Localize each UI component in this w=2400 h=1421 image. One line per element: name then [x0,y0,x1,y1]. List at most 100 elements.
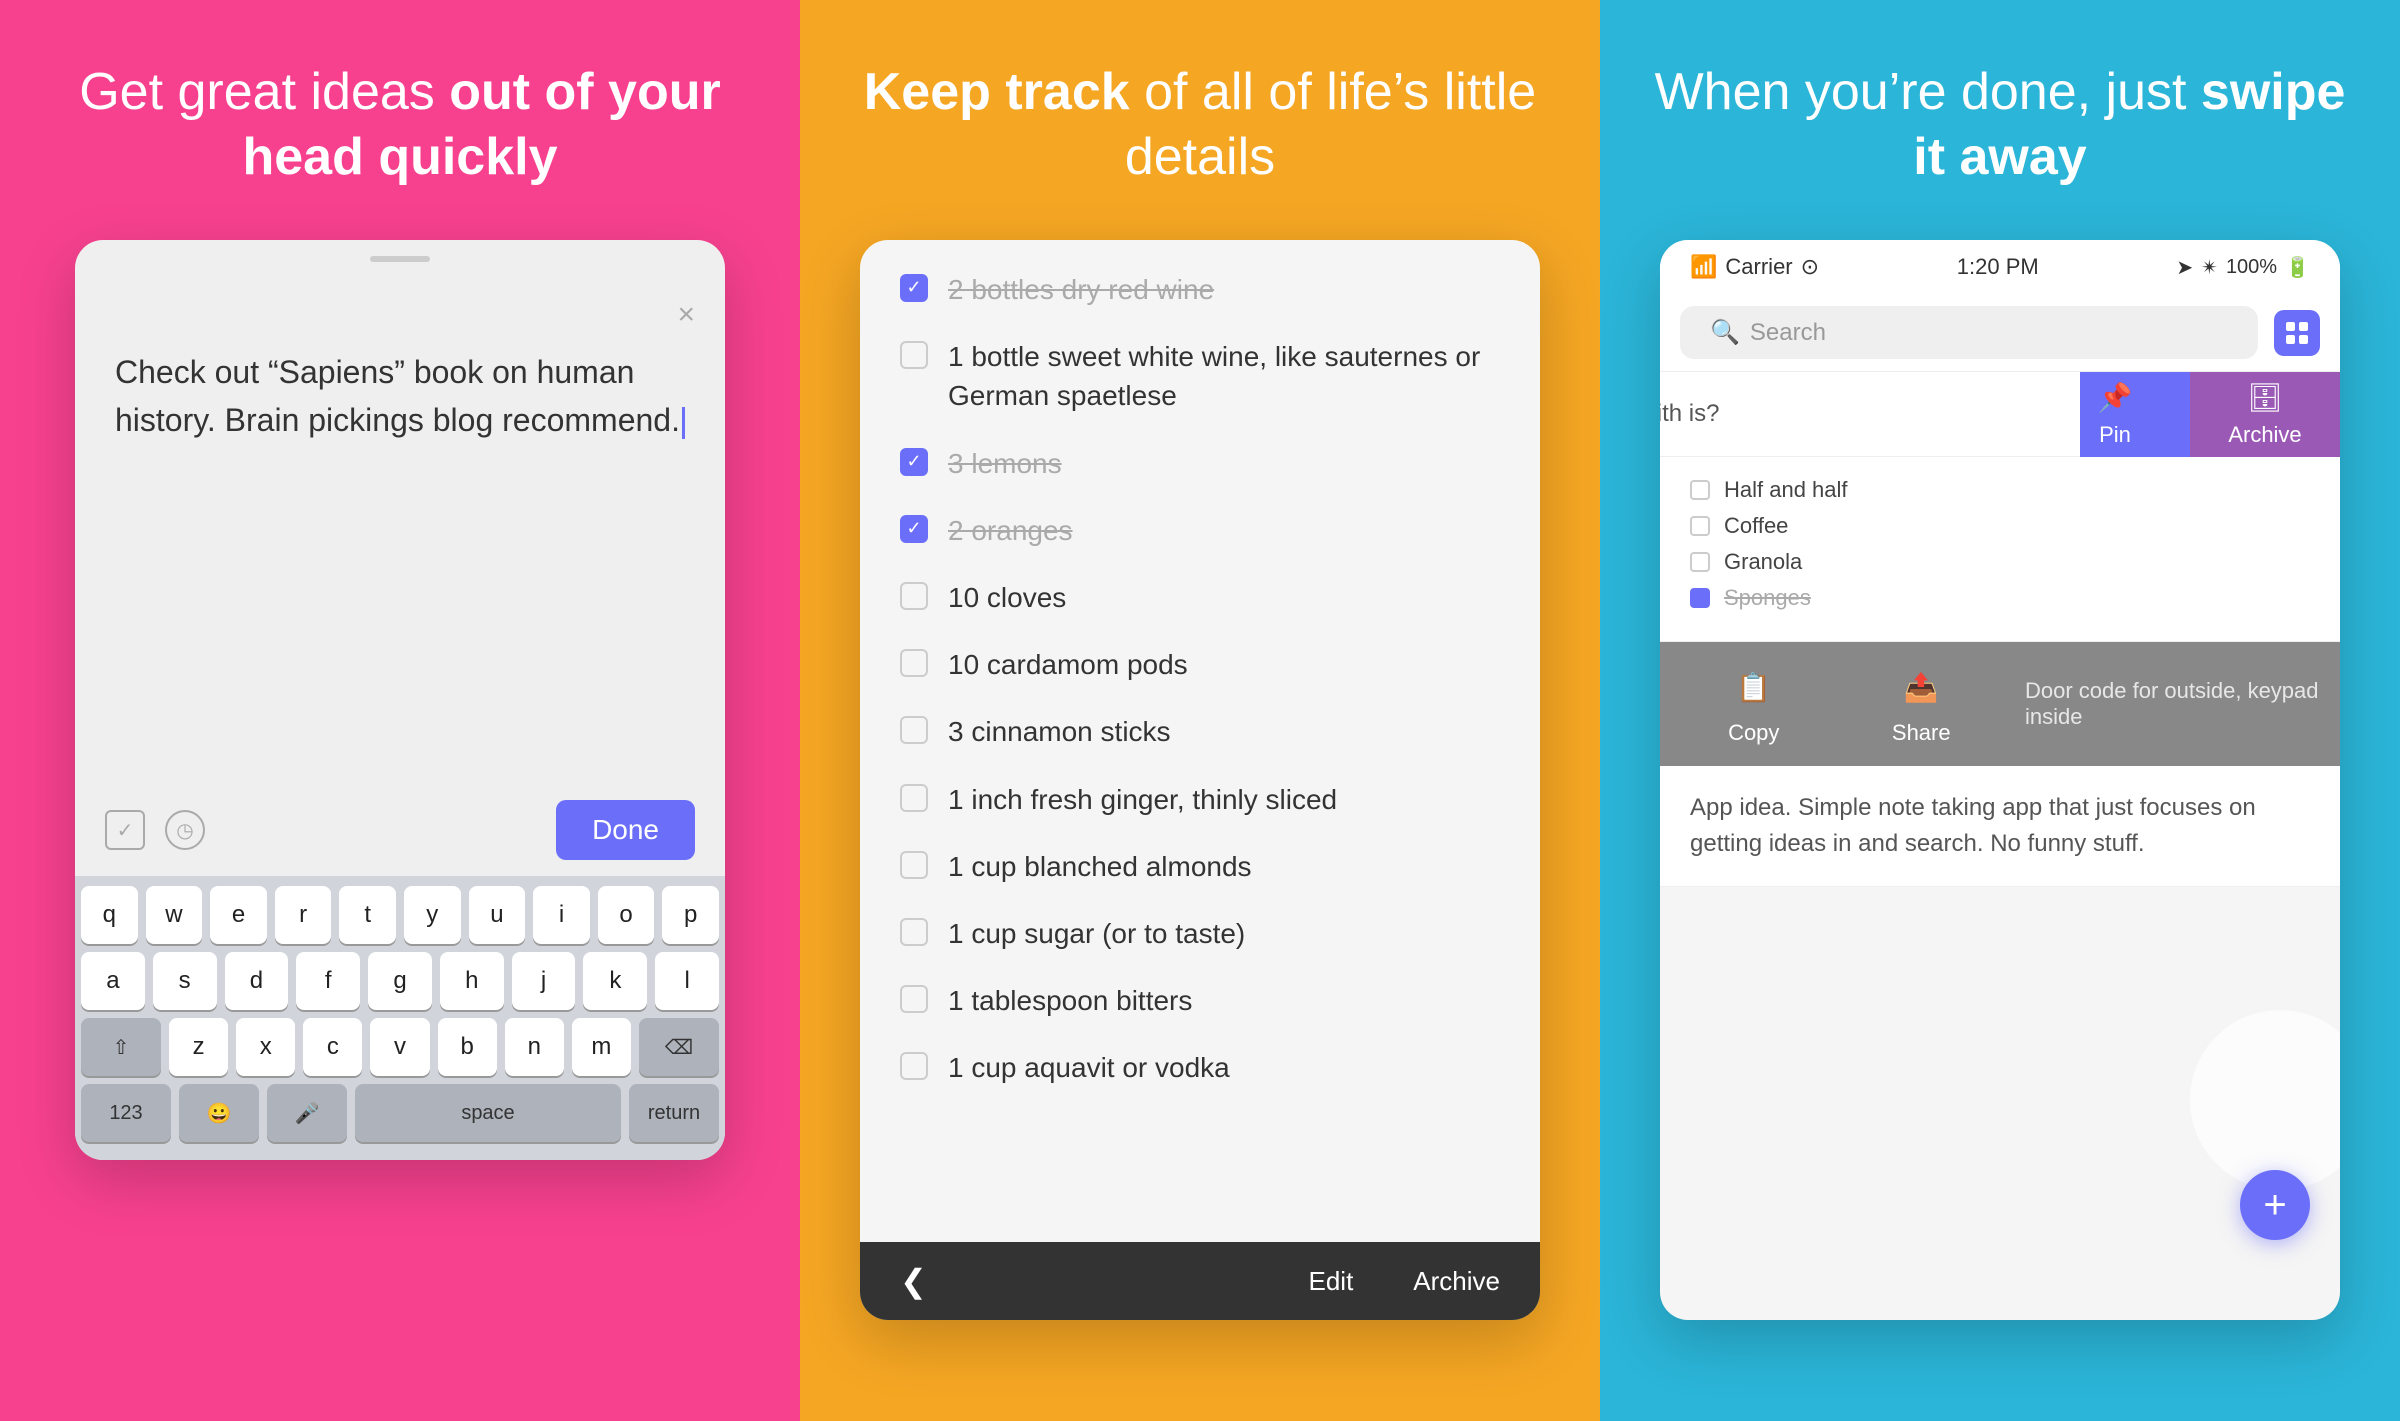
text-cursor [682,407,685,439]
mini-checkbox-1[interactable] [1690,480,1710,500]
key-shift[interactable]: ⇧ [81,1018,161,1076]
archive-action[interactable]: 🗄 Archive [2190,372,2340,457]
phone-mockup-2: ✓ 2 bottles dry red wine 1 bottle sweet … [860,240,1540,1320]
close-button[interactable]: × [677,298,695,332]
keyboard-row-3: ⇧ z x c v b n m ⌫ [81,1018,719,1076]
key-return[interactable]: return [629,1084,719,1142]
key-m[interactable]: m [572,1018,631,1076]
key-a[interactable]: a [81,952,145,1010]
key-r[interactable]: r [275,886,332,944]
keyboard-row-4: 123 😀 🎤 space return [81,1084,719,1142]
location-icon: ➤ [2176,255,2193,280]
key-delete[interactable]: ⌫ [639,1018,719,1076]
list-item: 1 cup sugar (or to taste) [900,914,1500,953]
wifi-icon: ⊙ [1801,254,1819,280]
mini-checkbox-2[interactable] [1690,516,1710,536]
key-u[interactable]: u [469,886,526,944]
key-123[interactable]: 123 [81,1084,171,1142]
list-item: 1 inch fresh ginger, thinly sliced [900,780,1500,819]
mini-checkbox-3[interactable] [1690,552,1710,572]
key-t[interactable]: t [339,886,396,944]
key-e[interactable]: e [210,886,267,944]
key-h[interactable]: h [440,952,504,1010]
key-x[interactable]: x [236,1018,295,1076]
key-o[interactable]: o [598,886,655,944]
key-k[interactable]: k [583,952,647,1010]
list-item: ✓ 2 bottles dry red wine [900,270,1500,309]
checkbox-10[interactable] [900,918,928,946]
share-action[interactable]: 📤 Share [1848,662,1996,746]
reminder-icon[interactable]: ◷ [165,810,205,850]
key-mic[interactable]: 🎤 [267,1084,347,1142]
archive-button[interactable]: Archive [1413,1266,1500,1297]
grid-view-button[interactable] [2274,310,2320,356]
note-preview-text: Door code for outside, keypad inside [2015,662,2320,746]
search-placeholder: Search [1750,319,1826,347]
drag-handle [370,256,430,262]
edit-button[interactable]: Edit [1308,1266,1353,1297]
note-content-area: × Check out “Sapiens” book on human hist… [75,278,725,784]
key-s[interactable]: s [153,952,217,1010]
list-item: ✓ 2 oranges [900,511,1500,550]
copy-icon: 📋 [1729,662,1779,712]
key-space[interactable]: space [355,1084,621,1142]
list-item: 10 cardamom pods [900,645,1500,684]
list-item: Sponges [1690,585,2310,611]
checkbox-5[interactable] [900,582,928,610]
key-l[interactable]: l [655,952,719,1010]
bottom-nav: ❮ Edit Archive [860,1242,1540,1320]
key-emoji[interactable]: 😀 [179,1084,259,1142]
checkbox-11[interactable] [900,985,928,1013]
checkbox-9[interactable] [900,851,928,879]
pin-icon: 📌 [2098,381,2133,414]
back-button[interactable]: ❮ [900,1262,927,1300]
status-bar: 📶 Carrier ⊙ 1:20 PM ➤ ✴ 100% 🔋 [1660,240,2340,294]
status-time: 1:20 PM [1819,254,2176,280]
list-item: 10 cloves [900,578,1500,617]
panel2-title: Keep track of all of life’s little detai… [840,60,1560,190]
checkbox-4[interactable]: ✓ [900,515,928,543]
key-w[interactable]: w [146,886,203,944]
app-idea-note[interactable]: App idea. Simple note taking app that ju… [1660,766,2340,887]
list-item: 1 tablespoon bitters [900,981,1500,1020]
key-q[interactable]: q [81,886,138,944]
checkbox-7[interactable] [900,716,928,744]
checkbox-8[interactable] [900,784,928,812]
keyboard: q w e r t y u i o p a s d f g h j k [75,876,725,1160]
key-v[interactable]: v [370,1018,429,1076]
key-i[interactable]: i [533,886,590,944]
key-n[interactable]: n [505,1018,564,1076]
list-item: 1 bottle sweet white wine, like sauterne… [900,337,1500,415]
mini-checkbox-4[interactable] [1690,588,1710,608]
archive-icon: 🗄 [2247,381,2283,414]
list-item: ✓ 3 lemons [900,444,1500,483]
swipe-container: 📌 Pin 🗄 Archive floors of a let floors w… [1660,372,2340,457]
key-j[interactable]: j [512,952,576,1010]
key-d[interactable]: d [225,952,289,1010]
add-note-button[interactable]: + [2240,1170,2310,1240]
note-card-swiped[interactable]: floors of a let floors with is? [1660,372,2080,457]
checkbox-1[interactable]: ✓ [900,274,928,302]
checkbox-2[interactable] [900,341,928,369]
key-y[interactable]: y [404,886,461,944]
notes-list: 📌 Pin 🗄 Archive floors of a let floors w… [1660,372,2340,1320]
panel3-title: When you’re done, just swipe it away [1640,60,2360,190]
phone-mockup-3: 📶 Carrier ⊙ 1:20 PM ➤ ✴ 100% 🔋 🔍 Search [1660,240,2340,1320]
copy-action[interactable]: 📋 Copy [1680,662,1828,746]
checkbox-6[interactable] [900,649,928,677]
key-z[interactable]: z [169,1018,228,1076]
checkbox-12[interactable] [900,1052,928,1080]
key-c[interactable]: c [303,1018,362,1076]
checklist-note-card[interactable]: Half and half Coffee Granola Sponges [1660,457,2340,642]
done-button[interactable]: Done [556,800,695,860]
circle-overlay-bottom [2190,1010,2340,1190]
key-p[interactable]: p [662,886,719,944]
key-f[interactable]: f [296,952,360,1010]
key-g[interactable]: g [368,952,432,1010]
key-b[interactable]: b [438,1018,497,1076]
checklist-icon[interactable]: ✓ [105,810,145,850]
checkbox-3[interactable]: ✓ [900,448,928,476]
list-item: Granola [1690,549,2310,575]
search-input[interactable]: 🔍 Search [1680,306,2258,359]
grid-icon [2286,322,2308,344]
